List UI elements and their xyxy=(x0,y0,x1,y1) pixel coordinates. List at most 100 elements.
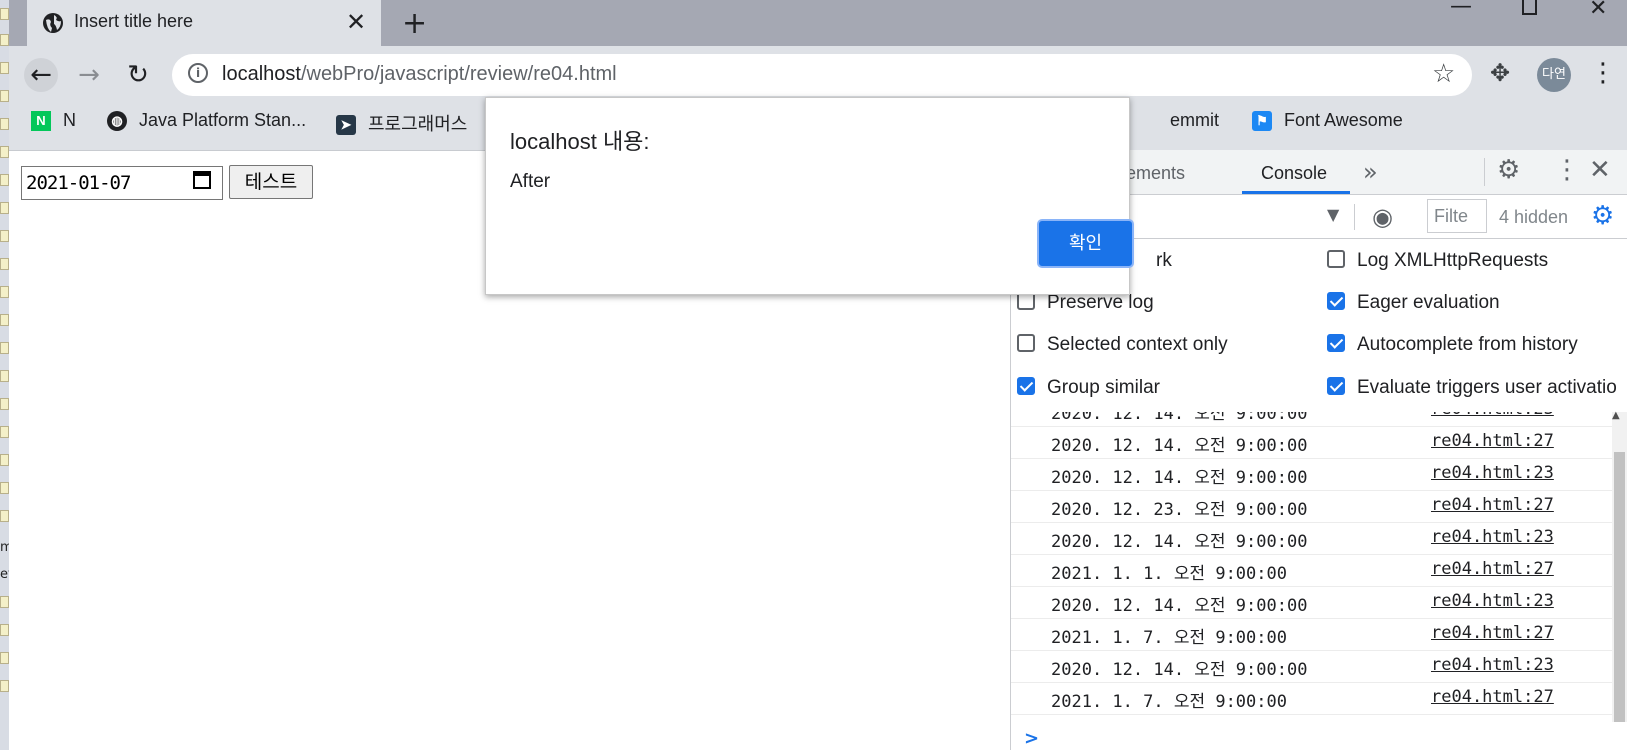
globe-icon xyxy=(43,13,63,33)
console-row: 2021. 1. 1. 오전 9:00:00 re04.html:27 xyxy=(1011,554,1617,587)
console-row: 2020. 12. 14. 오전 9:00:00 re04.html:23 xyxy=(1011,412,1617,427)
desktop-file-icon xyxy=(0,202,9,214)
bookmark-programmers[interactable]: ➤ 프로그래머스 xyxy=(336,110,467,140)
extensions-puzzle-icon[interactable]: ✥ xyxy=(1490,59,1510,87)
alert-title: localhost 내용: xyxy=(510,129,650,154)
ok-button[interactable]: 확인 xyxy=(1037,219,1134,268)
desktop-file-icon xyxy=(0,62,9,74)
console-row: 2020. 12. 23. 오전 9:00:00 re04.html:27 xyxy=(1011,490,1617,523)
option-log-xhr[interactable]: Log XMLHttpRequests xyxy=(1327,249,1548,274)
scroll-up-icon[interactable]: ▲ xyxy=(1612,410,1620,421)
source-link[interactable]: re04.html:27 xyxy=(1431,431,1554,451)
eye-icon[interactable]: ◉ xyxy=(1372,203,1393,231)
minimize-icon[interactable]: — xyxy=(1450,0,1472,19)
bookmark-naver[interactable]: NN xyxy=(31,110,76,140)
log-message: 2020. 12. 14. 오전 9:00:00 xyxy=(1051,660,1308,680)
console-row: 2020. 12. 14. 오전 9:00:00 re04.html:23 xyxy=(1011,650,1617,683)
test-button[interactable]: 테스트 xyxy=(229,165,313,199)
calendar-icon[interactable] xyxy=(193,171,211,189)
filter-input[interactable]: Filte xyxy=(1427,199,1487,233)
source-link[interactable]: re04.html:23 xyxy=(1431,527,1554,547)
window-close-icon[interactable]: ✕ xyxy=(1589,0,1607,21)
source-link[interactable]: re04.html:23 xyxy=(1431,655,1554,675)
checkbox-checked[interactable] xyxy=(1327,377,1345,395)
divider xyxy=(1354,204,1355,230)
tab-console[interactable]: Console xyxy=(1261,163,1327,184)
option-eager-evaluation[interactable]: Eager evaluation xyxy=(1327,291,1500,316)
console-row: 2020. 12. 14. 오전 9:00:00 re04.html:23 xyxy=(1011,586,1617,619)
option-group-similar[interactable]: Group similar xyxy=(1017,376,1160,401)
bookmark-font-awesome[interactable]: ⚑ Font Awesome xyxy=(1252,110,1403,140)
alert-message: After xyxy=(510,171,551,192)
source-link[interactable]: re04.html:23 xyxy=(1431,412,1554,419)
bookmark-label: emmit xyxy=(1170,110,1219,130)
programmers-icon: ➤ xyxy=(336,115,356,136)
source-link[interactable]: re04.html:27 xyxy=(1431,623,1554,643)
checkbox[interactable] xyxy=(1017,333,1035,352)
option-preserve-log[interactable]: Preserve log xyxy=(1017,291,1154,316)
devtools-menu-icon[interactable]: ⋮ xyxy=(1554,155,1580,185)
bookmark-emmit[interactable]: emmit xyxy=(1170,110,1219,140)
desktop-file-icon xyxy=(0,596,9,608)
scroll-thumb[interactable] xyxy=(1614,452,1625,722)
profile-avatar[interactable]: 다연 xyxy=(1537,58,1571,92)
back-button[interactable]: ← xyxy=(24,58,58,92)
maximize-icon[interactable] xyxy=(1522,0,1537,15)
desktop-file-icon xyxy=(0,34,9,46)
log-message: 2020. 12. 14. 오전 9:00:00 xyxy=(1051,412,1308,424)
url-text[interactable]: localhost/webPro/javascript/review/re04.… xyxy=(222,63,617,86)
desktop-file-icon xyxy=(0,398,9,410)
reload-button[interactable]: ↻ xyxy=(121,58,155,92)
settings-gear-icon[interactable]: ⚙ xyxy=(1497,155,1520,185)
console-settings-gear-icon[interactable]: ⚙ xyxy=(1591,201,1614,231)
more-tabs-icon[interactable]: » xyxy=(1363,158,1378,186)
option-label: Selected context only xyxy=(1047,334,1228,355)
forward-button[interactable]: → xyxy=(72,58,106,92)
source-link[interactable]: re04.html:27 xyxy=(1431,559,1554,579)
bookmark-label: Font Awesome xyxy=(1284,110,1403,130)
log-message: 2020. 12. 14. 오전 9:00:00 xyxy=(1051,436,1308,456)
new-tab-button[interactable]: + xyxy=(402,6,427,41)
source-link[interactable]: re04.html:27 xyxy=(1431,495,1554,515)
console-row: 2020. 12. 14. 오전 9:00:00 re04.html:27 xyxy=(1011,426,1617,459)
desktop-file-icon xyxy=(0,314,9,326)
source-link[interactable]: re04.html:27 xyxy=(1431,687,1554,707)
browser-menu-icon[interactable]: ⋮ xyxy=(1590,58,1616,88)
desktop-file-icon xyxy=(0,118,9,130)
desktop-file-icon xyxy=(0,652,9,664)
option-label: Autocomplete from history xyxy=(1357,334,1578,355)
bookmark-java-platform[interactable]: ◍ Java Platform Stan... xyxy=(107,110,306,140)
info-icon[interactable]: i xyxy=(188,63,208,83)
option-evaluate-triggers[interactable]: Evaluate triggers user activatio xyxy=(1327,377,1627,401)
checkbox-checked[interactable] xyxy=(1327,291,1345,310)
source-link[interactable]: re04.html:23 xyxy=(1431,463,1554,483)
divider xyxy=(1484,158,1485,186)
desktop-file-icon xyxy=(0,482,9,494)
checkbox-checked[interactable] xyxy=(1017,376,1035,395)
date-value: 2021-01-07 xyxy=(26,172,131,194)
log-message: 2021. 1. 7. 오전 9:00:00 xyxy=(1051,628,1287,648)
devtools-close-icon[interactable]: ✕ xyxy=(1589,155,1611,185)
console-log: 2020. 12. 14. 오전 9:00:00 re04.html:23 202… xyxy=(1011,412,1627,722)
console-prompt[interactable]: > xyxy=(1024,728,1039,749)
checkbox[interactable] xyxy=(1327,249,1345,268)
desktop-file-icon xyxy=(0,90,9,102)
desktop-file-icon xyxy=(0,510,9,522)
context-dropdown-arrow-icon[interactable]: ▼ xyxy=(1327,205,1339,224)
desktop-edge: m ev xyxy=(0,0,9,750)
option-network-partial[interactable]: rk xyxy=(1156,250,1172,274)
log-message: 2021. 1. 1. 오전 9:00:00 xyxy=(1051,564,1287,584)
log-message: 2020. 12. 14. 오전 9:00:00 xyxy=(1051,468,1308,488)
source-link[interactable]: re04.html:23 xyxy=(1431,591,1554,611)
bookmark-label: 프로그래머스 xyxy=(368,114,468,134)
option-label: rk xyxy=(1156,250,1172,271)
tab-elements[interactable]: ements xyxy=(1126,163,1185,184)
console-row: 2020. 12. 14. 오전 9:00:00 re04.html:23 xyxy=(1011,458,1617,491)
close-tab-icon[interactable]: ✕ xyxy=(346,8,366,36)
desktop-file-icon xyxy=(0,680,9,692)
checkbox-checked[interactable] xyxy=(1327,333,1345,352)
option-label: Eager evaluation xyxy=(1357,292,1500,313)
option-selected-context[interactable]: Selected context only xyxy=(1017,333,1228,358)
bookmark-star-icon[interactable]: ☆ xyxy=(1432,59,1455,89)
option-autocomplete[interactable]: Autocomplete from history xyxy=(1327,333,1578,358)
